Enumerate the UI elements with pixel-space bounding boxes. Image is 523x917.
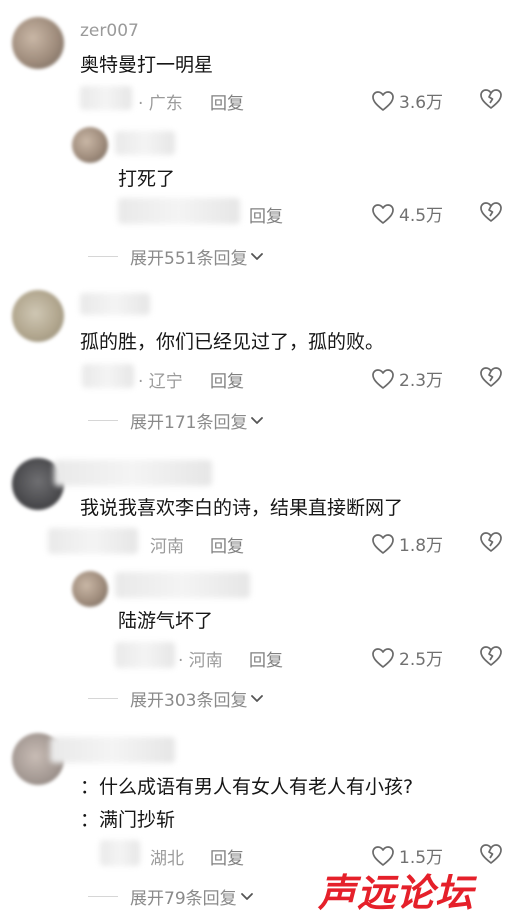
watermark-logo: 声远论坛 (318, 870, 475, 915)
broken-heart-icon[interactable] (479, 366, 503, 388)
like-count: 1.8万 (399, 536, 444, 556)
comment-username[interactable] (50, 737, 175, 763)
like-button[interactable]: 3.6万 (371, 88, 443, 113)
reply-text: 陆游气坏了 (118, 610, 214, 632)
like-button[interactable]: 1.8万 (371, 531, 443, 556)
avatar[interactable] (72, 127, 108, 163)
comment-location: 湖北 (150, 849, 184, 869)
comment-time (80, 86, 132, 110)
like-count: 4.5万 (399, 206, 444, 226)
expand-label: 展开551条回复 (130, 249, 248, 269)
like-count: 2.3万 (399, 371, 444, 391)
heart-outline-icon (371, 203, 399, 225)
heart-outline-icon (371, 533, 399, 555)
reply-time (115, 642, 175, 668)
reply-username[interactable] (115, 131, 175, 155)
comment-location: · 广东 (138, 94, 183, 114)
divider (88, 420, 118, 421)
heart-outline-icon (371, 90, 399, 112)
comment-time (100, 840, 140, 866)
chevron-down-icon (247, 693, 265, 705)
comment-text: 孤的胜，你们已经见过了，孤的败。 (80, 331, 385, 353)
reply-username[interactable] (115, 572, 250, 598)
broken-heart-icon[interactable] (479, 201, 503, 223)
expand-label: 展开79条回复 (130, 889, 237, 909)
comment-text-line2: ：满门抄斩 (80, 809, 176, 831)
expand-replies-button[interactable]: 展开303条回复 (88, 686, 265, 711)
comment-location: · 辽宁 (138, 372, 183, 392)
divider (88, 256, 118, 257)
comment-text: 我说我喜欢李白的诗，结果直接断网了 (80, 497, 404, 519)
comment-time (82, 364, 134, 388)
heart-outline-icon (371, 647, 399, 669)
like-count: 3.6万 (399, 93, 444, 113)
expand-replies-button[interactable]: 展开171条回复 (88, 408, 265, 433)
like-count: 2.5万 (399, 650, 444, 670)
heart-outline-icon (371, 368, 399, 390)
comment-text-line1: ：什么成语有男人有女人有老人有小孩? (80, 776, 414, 798)
avatar[interactable] (72, 571, 108, 607)
reply-button[interactable]: 回复 (210, 844, 244, 869)
comment-username[interactable] (80, 293, 150, 315)
divider (88, 896, 118, 897)
comment-username[interactable]: zer007 (80, 21, 139, 41)
chevron-down-icon (237, 891, 255, 903)
reply-meta (118, 198, 240, 224)
reply-button[interactable]: 回复 (210, 532, 244, 557)
reply-button[interactable]: 回复 (249, 646, 283, 671)
avatar[interactable] (12, 17, 64, 69)
reply-location: · 河南 (178, 651, 223, 671)
expand-label: 展开303条回复 (130, 691, 248, 711)
like-button[interactable]: 2.3万 (371, 366, 443, 391)
expand-label: 展开171条回复 (130, 413, 248, 433)
reply-button[interactable]: 回复 (249, 202, 283, 227)
like-button[interactable]: 4.5万 (371, 201, 443, 226)
broken-heart-icon[interactable] (479, 88, 503, 110)
reply-button[interactable]: 回复 (210, 89, 244, 114)
comment-time (48, 528, 138, 554)
chevron-down-icon (247, 251, 265, 263)
comment-text: 奥特曼打一明星 (80, 54, 214, 76)
broken-heart-icon[interactable] (479, 645, 503, 667)
expand-replies-button[interactable]: 展开551条回复 (88, 244, 265, 269)
broken-heart-icon[interactable] (479, 531, 503, 553)
chevron-down-icon (247, 415, 265, 427)
divider (88, 698, 118, 699)
broken-heart-icon[interactable] (479, 843, 503, 865)
comment-username[interactable] (54, 460, 212, 486)
comment-location: 河南 (150, 537, 184, 557)
reply-text: 打死了 (118, 168, 176, 190)
like-button[interactable]: 2.5万 (371, 645, 443, 670)
reply-button[interactable]: 回复 (210, 367, 244, 392)
avatar[interactable] (12, 290, 64, 342)
expand-replies-button[interactable]: 展开79条回复 (88, 884, 255, 909)
